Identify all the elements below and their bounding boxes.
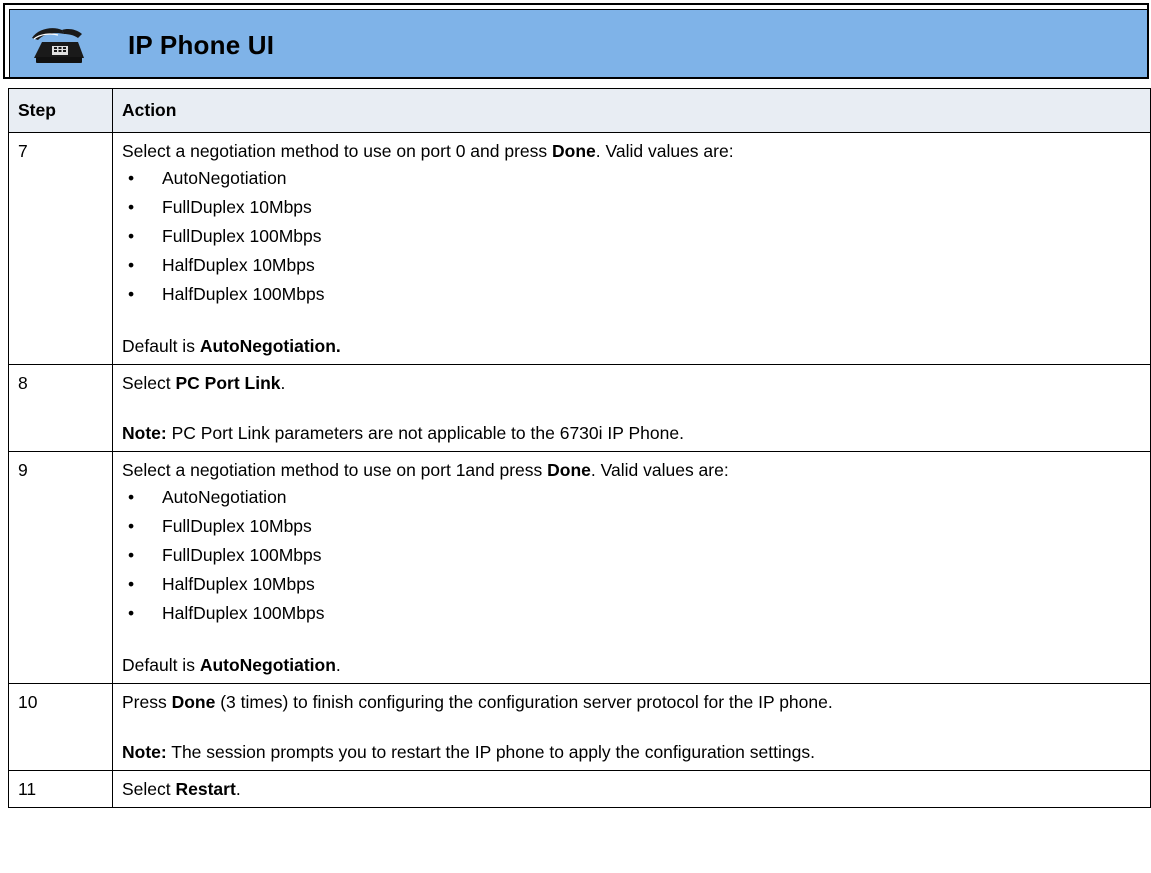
list-item: • AutoNegotiation (122, 164, 1141, 193)
action-text: Press Done (3 times) to finish configuri… (122, 692, 833, 712)
action-cell: Select Restart. (112, 770, 1151, 808)
list-item: • FullDuplex 100Mbps (122, 541, 1141, 570)
section-banner: IP Phone UI (3, 3, 1149, 79)
action-cell: Select PC Port Link. Note: PC Port Link … (112, 364, 1151, 452)
note-text: Note: PC Port Link parameters are not ap… (122, 423, 684, 443)
step-number: 9 (8, 451, 113, 684)
list-item: • AutoNegotiation (122, 483, 1141, 512)
action-cell: Press Done (3 times) to finish configuri… (112, 683, 1151, 771)
action-cell: Select a negotiation method to use on po… (112, 451, 1151, 684)
step-number: 8 (8, 364, 113, 452)
document-page: IP Phone UI Step Action 7 Select a negot… (0, 0, 1151, 873)
column-header-action: Action (112, 88, 1151, 133)
action-text: Select PC Port Link. (122, 373, 286, 393)
valid-values-list: • AutoNegotiation • FullDuplex 10Mbps • Ful… (122, 164, 1141, 309)
step-number: 11 (8, 770, 113, 808)
action-intro: Select a negotiation method to use on po… (122, 460, 729, 480)
list-item: • HalfDuplex 100Mbps (122, 280, 1141, 309)
action-cell: Select a negotiation method to use on po… (112, 132, 1151, 365)
list-item: • FullDuplex 10Mbps (122, 193, 1141, 222)
table-header-row: Step Action (8, 88, 1151, 133)
list-item: • HalfDuplex 10Mbps (122, 251, 1141, 280)
bullet-icon: • (128, 226, 135, 246)
step-number: 7 (8, 132, 113, 365)
valid-values-list: • AutoNegotiation • FullDuplex 10Mbps • Ful… (122, 483, 1141, 628)
action-intro: Select a negotiation method to use on po… (122, 141, 734, 161)
table-row: 7 Select a negotiation method to use on … (8, 132, 1151, 365)
action-text: Select Restart. (122, 779, 241, 799)
table-row: 8 Select PC Port Link. Note: PC Port Lin… (8, 364, 1151, 452)
phone-icon (32, 28, 84, 63)
bullet-icon: • (128, 603, 135, 623)
banner-fill: IP Phone UI (9, 9, 1147, 77)
default-note: Default is AutoNegotiation. (122, 655, 341, 675)
bullet-icon: • (128, 197, 135, 217)
bullet-icon: • (128, 284, 135, 304)
list-item: • FullDuplex 10Mbps (122, 512, 1141, 541)
table-row: 11 Select Restart. (8, 770, 1151, 808)
bullet-icon: • (128, 255, 135, 275)
banner-title: IP Phone UI (128, 30, 275, 60)
bullet-icon: • (128, 574, 135, 594)
bullet-icon: • (128, 487, 135, 507)
note-text: Note: The session prompts you to restart… (122, 742, 815, 762)
table-row: 10 Press Done (3 times) to finish config… (8, 683, 1151, 771)
default-note: Default is AutoNegotiation. (122, 336, 341, 356)
bullet-icon: • (128, 545, 135, 565)
bullet-icon: • (128, 516, 135, 536)
list-item: • HalfDuplex 10Mbps (122, 570, 1141, 599)
step-number: 10 (8, 683, 113, 771)
table-row: 9 Select a negotiation method to use on … (8, 451, 1151, 684)
steps-table: Step Action 7 Select a negotiation metho… (8, 88, 1151, 808)
bullet-icon: • (128, 168, 135, 188)
list-item: • HalfDuplex 100Mbps (122, 599, 1141, 628)
list-item: • FullDuplex 100Mbps (122, 222, 1141, 251)
column-header-step: Step (8, 88, 113, 133)
